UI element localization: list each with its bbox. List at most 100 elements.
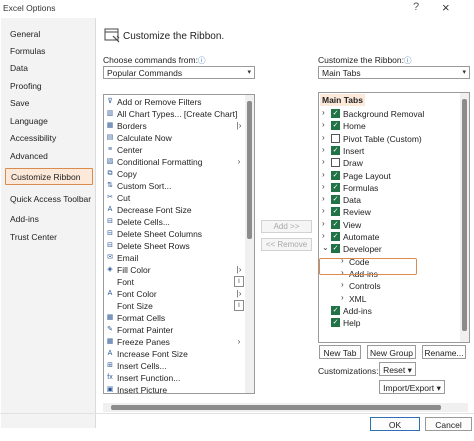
list-item[interactable]: ✂ Cut [104,192,254,204]
nav-item-save[interactable]: Save [1,95,96,112]
list-item[interactable]: A Font Color |› [104,288,254,300]
tree-item-draw[interactable]: ›✓Draw [322,157,452,169]
commands-list-scrollbar[interactable] [245,95,254,393]
list-item[interactable]: ✉ Email [104,252,254,264]
tree-item-developer[interactable]: ⌄ ✓ Developer [322,243,452,255]
chevron-right-icon[interactable]: › [322,206,330,215]
tree-item-insert[interactable]: › ✓ Insert [322,145,452,157]
new-tab-button[interactable]: New Tab [319,345,361,359]
chevron-right-icon[interactable]: › [322,133,330,142]
ribbon-tabs-dropdown[interactable]: Main Tabs ▾ [318,66,470,79]
checkbox[interactable]: ✓ [331,158,340,168]
help-icon[interactable]: ? [413,1,419,13]
commands-source-dropdown[interactable]: Popular Commands ▾ [103,66,255,79]
list-item[interactable]: ◈ Fill Color |› [104,264,254,276]
nav-item-formulas[interactable]: Formulas [1,43,96,60]
list-item[interactable]: ⊟ Delete Cells... [104,216,254,228]
nav-item-quick-access-toolbar[interactable]: Quick Access Toolbar [1,191,96,208]
tree-item-automate[interactable]: › ✓ Automate [322,231,452,243]
checkbox[interactable]: ✓ [331,207,340,217]
checkbox[interactable]: ✓ [331,133,340,143]
list-item[interactable]: ⊟ Delete Sheet Rows [104,240,254,252]
list-item[interactable]: A Increase Font Size [104,348,254,360]
add-button[interactable]: Add >> [261,220,312,233]
checkbox[interactable]: ✓ [331,121,340,131]
rename-button[interactable]: Rename... [422,345,466,359]
nav-item-proofing[interactable]: Proofing [1,78,96,95]
nav-item-trust-center[interactable]: Trust Center [1,229,96,246]
list-item[interactable]: ✎ Format Painter [104,324,254,336]
cancel-button[interactable]: Cancel [425,417,472,431]
commands-scroll-thumb[interactable] [247,101,252,239]
ok-button[interactable]: OK [370,417,420,431]
chevron-right-icon[interactable]: › [322,170,330,179]
chevron-right-icon[interactable]: › [341,293,349,302]
checkbox[interactable]: ✓ [331,109,340,118]
list-item[interactable]: ▤ Calculate Now [104,132,254,144]
tree-item-pivot-table-custom-[interactable]: ›✓Pivot Table (Custom) [322,133,452,145]
list-item[interactable]: fx Insert Function... [104,372,254,384]
tree-item-formulas[interactable]: › ✓ Formulas [322,182,452,194]
checkbox[interactable]: ✓ [331,232,340,241]
tree-item-controls[interactable]: › Controls [341,280,469,292]
remove-button[interactable]: << Remove [261,238,312,251]
nav-item-general[interactable]: General [1,26,96,43]
list-item[interactable]: ▦ Borders |› [104,120,254,132]
commands-list[interactable]: ⊽ Add or Remove Filters ▥ All Chart Types..… [103,94,255,394]
checkbox[interactable]: ✓ [331,244,340,254]
tree-item-xml[interactable]: › XML [341,293,469,305]
tree-item-view[interactable]: › ✓ View [322,219,452,231]
close-icon[interactable]: × [442,0,450,15]
nav-item-accessibility[interactable]: Accessibility [1,130,96,147]
nav-item-add-ins[interactable]: Add-ins [1,211,96,228]
list-item[interactable]: ▦ Format Cells [104,312,254,324]
chevron-right-icon[interactable]: › [322,194,330,203]
checkbox[interactable]: ✓ [331,318,340,328]
list-item[interactable]: ≡ Center [104,144,254,156]
chevron-right-icon[interactable]: › [322,145,330,154]
list-item[interactable]: ▥ All Chart Types... [Create Chart] [104,108,254,120]
import-export-button[interactable]: Import/Export ▾ [379,380,445,394]
tree-item-add-ins[interactable]: ✓ Add-ins [322,305,452,317]
ribbon-tabs-tree[interactable]: Main Tabs ›✓Background Removal›✓Home›✓Pi… [318,92,470,343]
list-item[interactable]: Font I [104,276,254,288]
list-item[interactable]: ▧ Conditional Formatting › [104,156,254,168]
chevron-right-icon[interactable]: › [322,182,330,191]
list-item[interactable]: ⇅ Custom Sort... [104,180,254,192]
chevron-right-icon[interactable]: › [322,108,330,117]
checkbox[interactable]: ✓ [331,145,340,155]
nav-item-advanced[interactable]: Advanced [1,148,96,165]
new-group-button[interactable]: New Group [367,345,416,359]
ribbon-tree-scrollbar[interactable] [460,93,469,342]
checkbox[interactable]: ✓ [331,219,340,229]
checkbox[interactable]: ✓ [331,182,340,192]
info-icon[interactable]: ⓘ [198,56,206,65]
tree-item-background-removal[interactable]: › ✓ Background Removal [322,108,452,120]
nav-item-language[interactable]: Language [1,113,96,130]
tree-item-page-layout[interactable]: › ✓ Page Layout [322,170,452,182]
list-item[interactable]: Font Size I [104,300,254,312]
nav-item-customize-ribbon[interactable]: Customize Ribbon [5,168,93,185]
tree-item-review[interactable]: › ✓ Review [322,206,452,218]
horizontal-scrollbar[interactable] [103,403,468,412]
chevron-right-icon[interactable]: › [322,157,330,166]
list-item[interactable]: ▦ Freeze Panes › [104,336,254,348]
horizontal-scroll-thumb[interactable] [111,405,441,410]
tree-item-data[interactable]: › ✓ Data [322,194,452,206]
tree-item-help[interactable]: ✓ Help [322,317,452,329]
list-item[interactable]: ⊟ Delete Sheet Columns [104,228,254,240]
chevron-right-icon[interactable]: › [322,120,330,129]
chevron-right-icon[interactable]: › [322,219,330,228]
checkbox[interactable]: ✓ [331,195,340,205]
list-item[interactable]: ⧉ Copy [104,168,254,180]
ribbon-scroll-thumb[interactable] [462,99,467,331]
nav-item-data[interactable]: Data [1,60,96,77]
list-item[interactable]: ⊽ Add or Remove Filters [104,96,254,108]
reset-button[interactable]: Reset ▾ [379,362,416,376]
list-item[interactable]: ▣ Insert Picture [104,384,254,393]
chevron-right-icon[interactable]: › [322,231,330,240]
checkbox[interactable]: ✓ [331,170,340,180]
info-icon[interactable]: ⓘ [404,56,412,65]
list-item[interactable]: A Decrease Font Size [104,204,254,216]
list-item[interactable]: ⊞ Insert Cells... [104,360,254,372]
